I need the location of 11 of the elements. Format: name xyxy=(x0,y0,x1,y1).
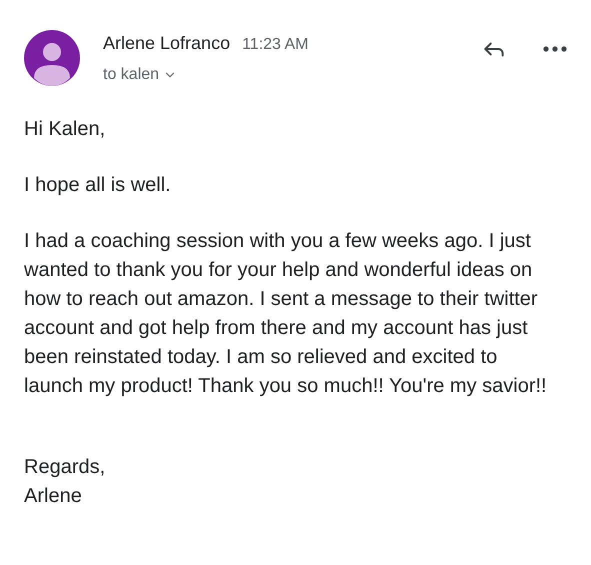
signoff-line: Regards, xyxy=(24,455,106,480)
body-paragraph: Hi Kalen, xyxy=(24,117,106,142)
body-paragraph: I had a coaching session with you a few weeks ago. I just wanted to thank you for your help and wonderful ideas on how to reach out amazon. I sent a message to their twitter account and got help from there and my account has just been reinstated today. I am so relieved and excited to launch my product! Thank you so much!! You're my savior!! xyxy=(24,229,548,399)
avatar-icon xyxy=(24,30,80,86)
recipient-dropdown[interactable]: to kalen xyxy=(103,63,309,87)
more-icon xyxy=(543,46,567,52)
sent-time: 11:23 AM xyxy=(242,35,309,55)
body-paragraph: I hope all is well. xyxy=(24,173,172,198)
more-options-button[interactable] xyxy=(543,46,567,52)
sender-name: Arlene Lofranco xyxy=(103,32,230,55)
signoff-line: Arlene xyxy=(24,484,83,509)
